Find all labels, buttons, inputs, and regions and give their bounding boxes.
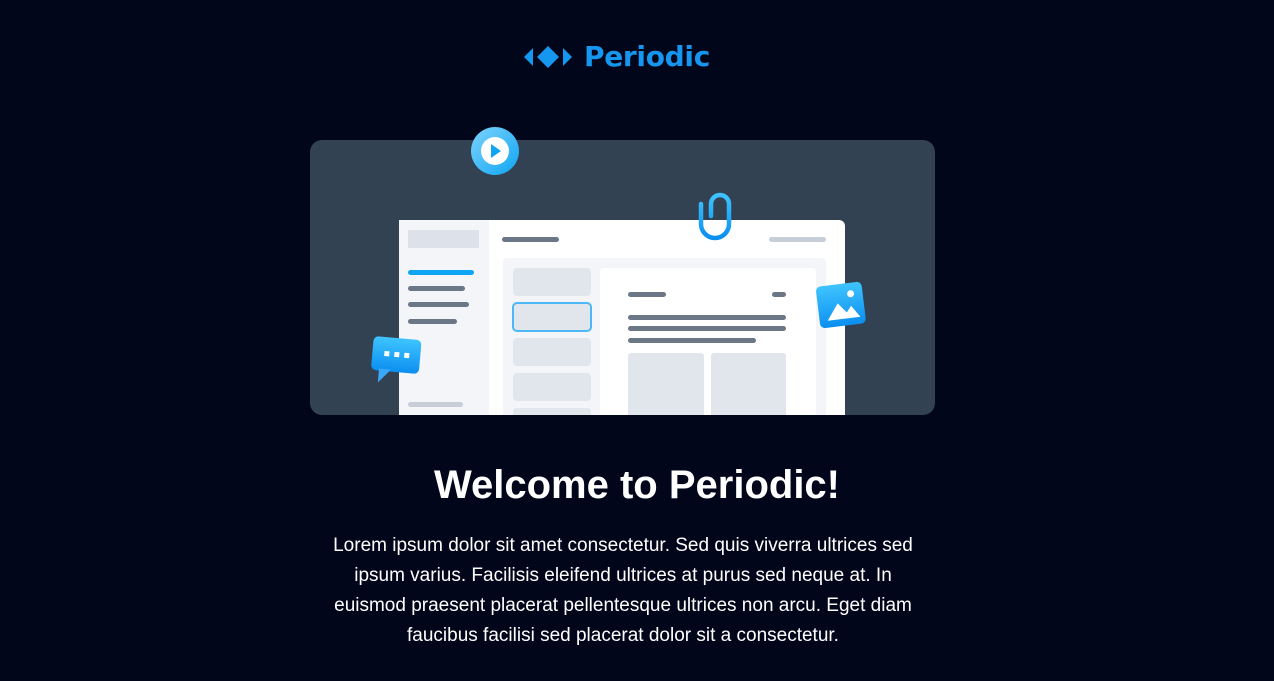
periodic-logo-icon (524, 46, 572, 68)
welcome-title: Welcome to Periodic! (433, 463, 840, 507)
brand-name: Periodic (584, 40, 710, 73)
brand-logo[interactable]: Periodic (522, 40, 710, 74)
image-icon (816, 281, 866, 329)
play-icon (471, 127, 519, 175)
welcome-body-text: Lorem ipsum dolor sit amet consectetur. … (333, 535, 913, 646)
hero-illustration (300, 120, 945, 420)
